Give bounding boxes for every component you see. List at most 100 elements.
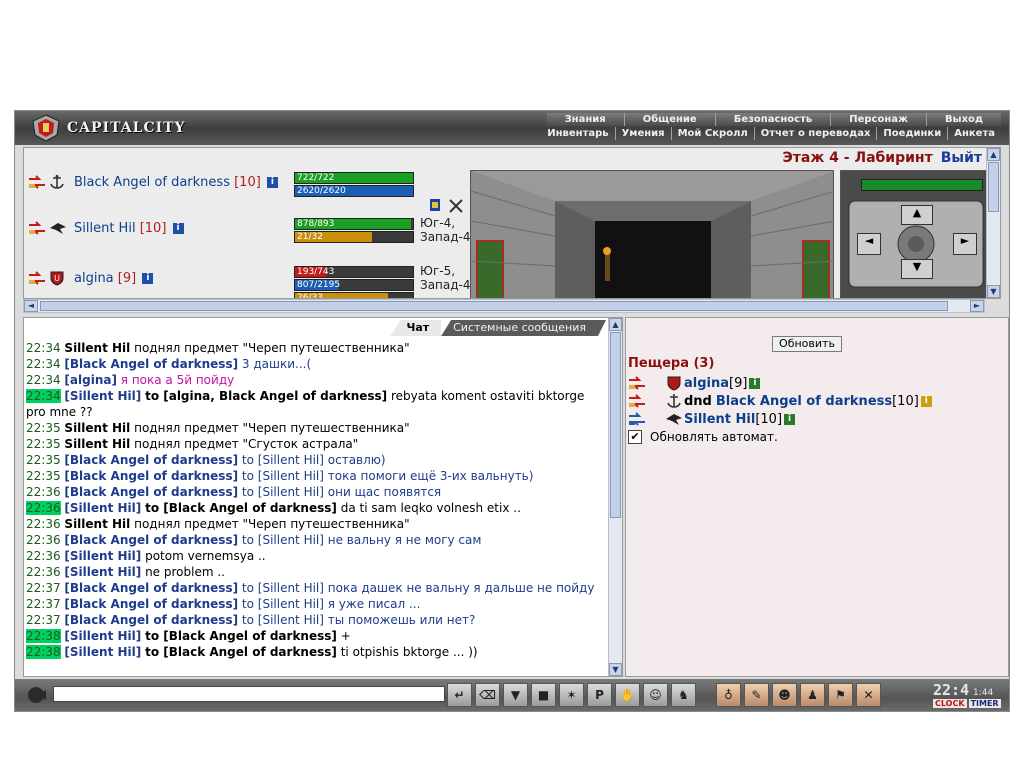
message-time[interactable]: 22:35 <box>26 453 61 467</box>
dance-icon[interactable]: ✶ <box>559 683 584 707</box>
menu-skills[interactable]: Умения <box>614 127 671 140</box>
member-name[interactable]: algina <box>684 376 729 391</box>
menu-knowledge[interactable]: Знания <box>546 113 624 126</box>
message-time[interactable]: 22:34 <box>26 389 61 403</box>
scroll-left-icon[interactable]: ◄ <box>24 300 38 312</box>
message-time[interactable]: 22:37 <box>26 597 61 611</box>
message-sender[interactable]: Sillent Hil <box>64 341 130 355</box>
menu-communication[interactable]: Общение <box>623 113 715 126</box>
dungeon-3d-view[interactable] <box>470 170 834 298</box>
scroll-thumb[interactable] <box>988 162 999 212</box>
timer-mode-button[interactable]: TIMER <box>968 699 1001 708</box>
exit-icon[interactable]: ✕ <box>856 683 881 707</box>
message-time[interactable]: 22:35 <box>26 469 61 483</box>
menu-duels[interactable]: Поединки <box>876 127 947 140</box>
message-time[interactable]: 22:36 <box>26 565 61 579</box>
transfer-arrows-blue-icon[interactable] <box>628 412 646 426</box>
menu-inventory[interactable]: Инвентарь <box>541 127 614 140</box>
speak-head-icon[interactable] <box>25 685 47 705</box>
turn-left-button[interactable]: ◄ <box>857 233 881 255</box>
save-icon[interactable]: ■ <box>531 683 556 707</box>
message-time[interactable]: 22:38 <box>26 645 61 659</box>
message-sender[interactable]: Sillent Hil <box>64 421 130 435</box>
eraser-icon[interactable]: ⌫ <box>475 683 500 707</box>
tab-system-messages[interactable]: Системные сообщения <box>441 320 606 336</box>
menu-profile[interactable]: Анкета <box>947 127 1001 140</box>
transfer-arrows-icon[interactable] <box>628 394 646 408</box>
message-recipient[interactable]: to [Black Angel of darkness] <box>145 629 337 643</box>
transfer-arrows-icon[interactable] <box>28 271 46 285</box>
scroll-thumb[interactable] <box>40 301 948 311</box>
message-sender[interactable]: [Sillent Hil] <box>64 629 141 643</box>
scroll-up-icon[interactable]: ▲ <box>609 318 622 331</box>
map-icon[interactable]: ✎ <box>744 683 769 707</box>
move-forward-button[interactable]: ▲ <box>901 205 933 225</box>
player-name[interactable]: algina <box>74 271 114 286</box>
top-vertical-scrollbar[interactable]: ▲ ▼ <box>986 148 1000 298</box>
message-sender[interactable]: [algina] <box>64 373 117 387</box>
message-sender[interactable]: [Black Angel of darkness] <box>64 581 238 595</box>
scroll-thumb[interactable] <box>610 332 621 518</box>
player-name[interactable]: Sillent Hil <box>74 221 136 236</box>
scroll-item-icon[interactable] <box>428 198 442 212</box>
scroll-down-icon[interactable]: ▼ <box>987 285 1000 298</box>
chat-scrollbar[interactable]: ▲ ▼ <box>608 318 622 676</box>
info-icon[interactable]: i <box>920 395 932 407</box>
message-time[interactable]: 22:35 <box>26 437 61 451</box>
message-sender[interactable]: [Black Angel of darkness] <box>64 485 238 499</box>
transfer-arrows-icon[interactable] <box>628 376 646 390</box>
refresh-button[interactable]: Обновить <box>772 336 842 352</box>
menu-transfer-report[interactable]: Отчет о переводах <box>753 127 877 140</box>
message-time[interactable]: 22:36 <box>26 501 61 515</box>
menu-my-scroll[interactable]: Мой Скролл <box>670 127 754 140</box>
move-back-button[interactable]: ▼ <box>901 259 933 279</box>
message-recipient[interactable]: to [Black Angel of darkness] <box>145 501 337 515</box>
message-sender[interactable]: [Sillent Hil] <box>64 389 141 403</box>
menu-exit[interactable]: Выход <box>925 113 1001 126</box>
message-time[interactable]: 22:36 <box>26 533 61 547</box>
message-sender[interactable]: [Black Angel of darkness] <box>64 453 238 467</box>
message-time[interactable]: 22:36 <box>26 517 61 531</box>
enter-icon[interactable]: ↵ <box>447 683 472 707</box>
message-time[interactable]: 22:35 <box>26 421 61 435</box>
message-sender[interactable]: [Black Angel of darkness] <box>64 357 238 371</box>
message-sender[interactable]: [Sillent Hil] <box>64 501 141 515</box>
info-icon[interactable]: i <box>749 377 761 389</box>
pl-icon[interactable]: P <box>587 683 612 707</box>
scroll-right-icon[interactable]: ► <box>970 300 984 312</box>
message-sender[interactable]: Sillent Hil <box>64 517 130 531</box>
message-sender[interactable]: Sillent Hil <box>64 437 130 451</box>
message-sender[interactable]: [Black Angel of darkness] <box>64 469 238 483</box>
chat-input[interactable] <box>53 686 445 702</box>
message-time[interactable]: 22:36 <box>26 485 61 499</box>
message-recipient[interactable]: to [algina, Black Angel of darkness] <box>145 389 387 403</box>
message-time[interactable]: 22:34 <box>26 357 61 371</box>
member-name[interactable]: Black Angel of darkness <box>716 394 892 409</box>
scroll-down-icon[interactable]: ▼ <box>609 663 622 676</box>
message-time[interactable]: 22:34 <box>26 373 61 387</box>
message-sender[interactable]: [Black Angel of darkness] <box>64 597 238 611</box>
message-time[interactable]: 22:37 <box>26 613 61 627</box>
info-icon[interactable]: i <box>266 176 278 188</box>
message-recipient[interactable]: to [Black Angel of darkness] <box>145 645 337 659</box>
scroll-up-icon[interactable]: ▲ <box>987 148 1000 161</box>
message-time[interactable]: 22:36 <box>26 549 61 563</box>
message-time[interactable]: 22:37 <box>26 581 61 595</box>
info-icon[interactable]: i <box>172 222 184 234</box>
character-icon[interactable]: ♟ <box>800 683 825 707</box>
message-sender[interactable]: [Sillent Hil] <box>64 549 141 563</box>
menu-security[interactable]: Безопасность <box>714 113 831 126</box>
gesture-icon[interactable]: ✋ <box>615 683 640 707</box>
helmet-icon[interactable]: ♞ <box>671 683 696 707</box>
message-sender[interactable]: [Black Angel of darkness] <box>64 613 238 627</box>
player-name[interactable]: Black Angel of darkness <box>74 175 230 190</box>
filter-icon[interactable]: ▼ <box>503 683 528 707</box>
top-horizontal-scrollbar[interactable]: ◄ ► <box>23 299 985 313</box>
member-name[interactable]: Sillent Hil <box>684 412 755 427</box>
message-sender[interactable]: [Sillent Hil] <box>64 645 141 659</box>
clock-mode-button[interactable]: CLOCK <box>933 699 967 708</box>
tab-chat[interactable]: Чат <box>390 320 442 336</box>
smile-icon[interactable]: ☺ <box>643 683 668 707</box>
message-sender[interactable]: [Sillent Hil] <box>64 565 141 579</box>
menu-character[interactable]: Персонаж <box>830 113 926 126</box>
